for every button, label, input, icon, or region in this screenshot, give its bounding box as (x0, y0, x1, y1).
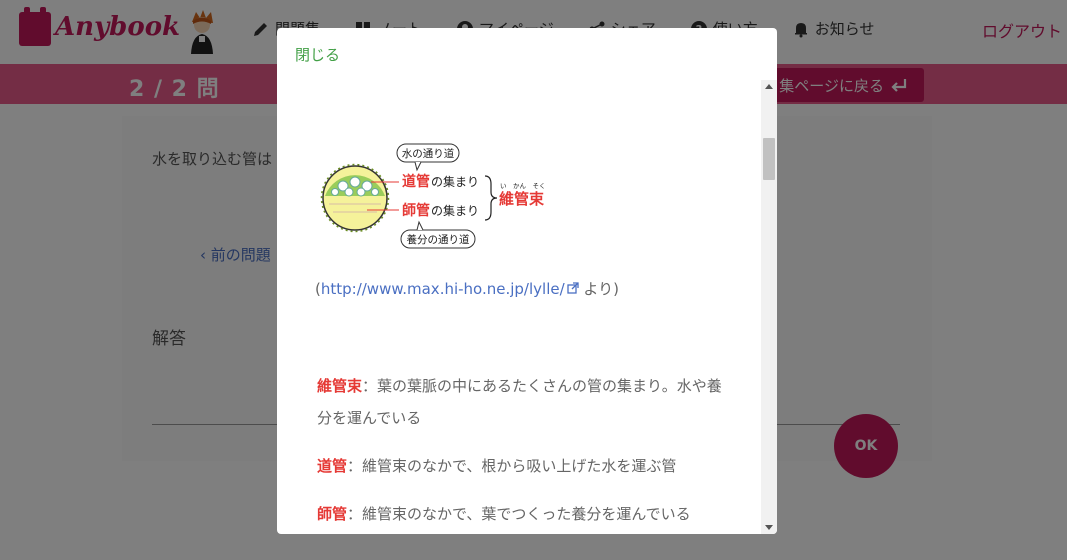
explanation-modal: 閉じる 水の通り道 道管 の集まり 師管 の集まり い かん そく 維管束 養分… (277, 28, 777, 534)
phloem-rest: の集まり (431, 203, 479, 218)
callout-top-text: 水の通り道 (402, 147, 455, 160)
definition-text: ：維管束のなかで、根から吸い上げた水を運ぶ管 (347, 457, 677, 475)
vessel-term: 道管 (402, 173, 430, 190)
definition-phloem: 師管：維管束のなかで、葉でつくった養分を運んでいる (317, 498, 727, 530)
definition-term: 師管 (317, 505, 348, 523)
definition-text: ：維管束のなかで、葉でつくった養分を運んでいる (347, 505, 691, 523)
credit-close: より) (578, 280, 619, 298)
vessel-rest: の集まり (431, 174, 479, 189)
modal-scroll-area[interactable]: 水の通り道 道管 の集まり 師管 の集まり い かん そく 維管束 養分の通り道… (277, 80, 761, 534)
image-credit: (http://www.max.hi-ho.ne.jp/lylle/ より) (315, 278, 619, 299)
close-modal-link[interactable]: 閉じる (295, 44, 340, 65)
definition-term: 道管 (317, 457, 348, 475)
credit-link[interactable]: http://www.max.hi-ho.ne.jp/lylle/ (321, 280, 565, 298)
scroll-up-arrow-icon[interactable] (765, 84, 773, 89)
vascular-bundle-diagram: 水の通り道 道管 の集まり 師管 の集まり い かん そく 維管束 養分の通り道 (320, 143, 546, 249)
modal-scrollbar[interactable] (761, 80, 777, 534)
bundle-label: 維管束 (499, 190, 545, 208)
brace (484, 175, 498, 221)
definition-vessel: 道管：維管束のなかで、根から吸い上げた水を運ぶ管 (317, 450, 727, 482)
callout-bottom-text: 養分の通り道 (407, 233, 470, 246)
definition-bundle: 維管束：葉の葉脈の中にあるたくさんの管の集まり。水や養分を運んでいる (317, 370, 727, 434)
definition-term: 維管束 (317, 377, 363, 395)
phloem-term: 師管 (402, 202, 430, 219)
scroll-down-arrow-icon[interactable] (765, 525, 773, 530)
bundle-ruby: い かん そく (500, 182, 546, 190)
scrollbar-thumb[interactable] (763, 138, 775, 180)
external-link-icon (566, 282, 579, 294)
definition-text: ：葉の葉脈の中にあるたくさんの管の集まり。水や養分を運んでいる (317, 377, 722, 427)
